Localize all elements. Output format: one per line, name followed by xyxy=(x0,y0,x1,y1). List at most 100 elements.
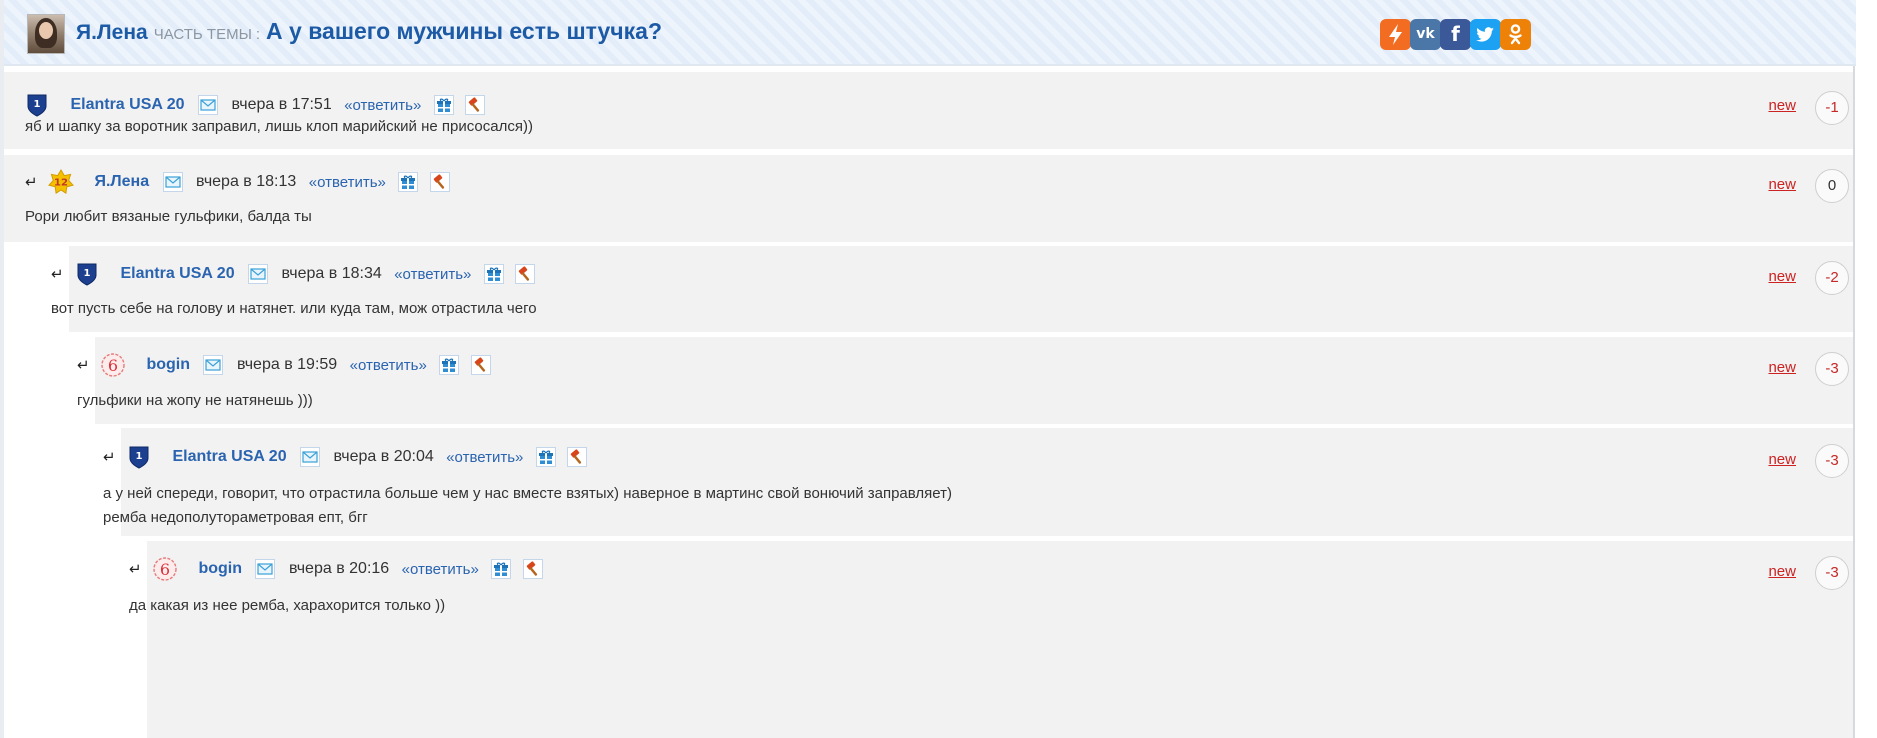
comment-text: а у ней спереди, говорит, что отрастила … xyxy=(103,482,952,530)
comment-author-link[interactable]: Я.Лена xyxy=(94,173,149,191)
comment: ↵ 6 bogin вчера в 20:16 «ответить» да ка… xyxy=(129,541,1853,738)
gift-icon[interactable] xyxy=(491,559,512,579)
svg-text:12: 12 xyxy=(54,178,68,189)
reply-arrow-icon: ↵ xyxy=(77,356,90,374)
rank-badge-icon: 6 xyxy=(152,556,178,582)
comment-text-line: гульфики на жопу не натянешь ))) xyxy=(77,392,313,409)
comment-header: ↵ 12 Я.Лена вчера в 18:13 «ответить» xyxy=(25,169,457,199)
comment-header: ↵ 6 bogin вчера в 20:16 «ответить» xyxy=(129,556,550,586)
comment: ↵ 6 bogin вчера в 19:59 «ответить» гульф… xyxy=(77,337,1853,424)
comment-time: вчера в 19:59 xyxy=(236,356,338,373)
vk-icon[interactable]: vk xyxy=(1410,19,1441,50)
comment-text-line: Рори любит вязаные гульфики, балда ты xyxy=(25,208,312,225)
comment-score[interactable]: -3 xyxy=(1815,444,1849,478)
reply-arrow-icon: ↵ xyxy=(103,448,116,466)
svg-text:1: 1 xyxy=(34,99,41,110)
comment-author-link[interactable]: bogin xyxy=(146,356,190,374)
comment-author-link[interactable]: Elantra USA 20 xyxy=(120,265,234,283)
rank-badge-icon: 1 xyxy=(126,444,152,470)
reply-link[interactable]: «ответить» xyxy=(446,449,523,466)
comment-text-line: яб и шапку за воротник заправил, лишь кл… xyxy=(25,118,533,135)
message-icon[interactable] xyxy=(248,264,269,284)
reply-arrow-icon: ↵ xyxy=(25,173,38,191)
comment-score[interactable]: -1 xyxy=(1815,91,1849,125)
comment-author-link[interactable]: Elantra USA 20 xyxy=(172,448,286,466)
rank-badge-icon: 12 xyxy=(48,169,74,195)
title-separator: : xyxy=(255,26,261,43)
message-icon[interactable] xyxy=(300,447,321,467)
rank-badge-icon: 1 xyxy=(74,261,100,287)
comment-text: да какая из нее ремба, харахорится тольк… xyxy=(129,594,445,618)
gift-icon[interactable] xyxy=(535,447,556,467)
comment-time: вчера в 18:34 xyxy=(281,265,382,282)
comment-score[interactable]: -2 xyxy=(1815,261,1849,295)
comment-text: Рори любит вязаные гульфики, балда ты xyxy=(25,205,312,229)
comment: 1 Elantra USA 20 вчера в 17:51 «ответить… xyxy=(4,72,1853,149)
comment: ↵ 12 Я.Лена вчера в 18:13 «ответить» Рор… xyxy=(4,155,1853,242)
gift-icon[interactable] xyxy=(398,172,419,192)
svg-text:6: 6 xyxy=(160,560,170,579)
odnoklassniki-icon[interactable] xyxy=(1500,19,1531,50)
comment-score[interactable]: -3 xyxy=(1815,352,1849,386)
comment-time: вчера в 20:04 xyxy=(333,448,434,465)
hammer-icon[interactable] xyxy=(515,264,536,284)
topic-title-line: Я.Лена часть темы: А у вашего мужчины есть… xyxy=(76,18,662,45)
part-of-topic-label: часть темы xyxy=(153,26,252,43)
comment-time: вчера в 18:13 xyxy=(196,173,297,190)
comment-header: ↵ 1 Elantra USA 20 вчера в 20:04 «ответи… xyxy=(103,444,594,474)
svg-text:1: 1 xyxy=(84,268,91,279)
reply-arrow-icon: ↵ xyxy=(51,265,64,283)
new-marker-link[interactable]: new xyxy=(1768,359,1796,376)
reply-link[interactable]: «ответить» xyxy=(402,561,479,578)
rank-badge-icon: 6 xyxy=(100,352,126,378)
reply-arrow-icon: ↵ xyxy=(129,560,142,578)
author-avatar[interactable] xyxy=(27,14,65,54)
svg-text:1: 1 xyxy=(136,451,143,462)
new-marker-link[interactable]: new xyxy=(1768,176,1796,193)
comment-time: вчера в 20:16 xyxy=(288,560,390,577)
comment-score[interactable]: 0 xyxy=(1815,169,1849,203)
gift-icon[interactable] xyxy=(439,355,460,375)
comment: ↵ 1 Elantra USA 20 вчера в 18:34 «ответи… xyxy=(51,246,1853,332)
comment-author-link[interactable]: Elantra USA 20 xyxy=(70,96,184,114)
lightning-icon[interactable] xyxy=(1380,19,1411,50)
hammer-icon[interactable] xyxy=(429,172,450,192)
new-marker-link[interactable]: new xyxy=(1768,268,1796,285)
facebook-icon[interactable]: f xyxy=(1440,19,1471,50)
page-scroll-edge xyxy=(1853,0,1855,738)
gift-icon[interactable] xyxy=(483,264,504,284)
new-marker-link[interactable]: new xyxy=(1768,97,1796,114)
comment-text: вот пусть себе на голову и натянет. или … xyxy=(51,297,537,321)
comment: ↵ 1 Elantra USA 20 вчера в 20:04 «ответи… xyxy=(103,428,1853,536)
reply-link[interactable]: «ответить» xyxy=(309,174,386,191)
reply-link[interactable]: «ответить» xyxy=(350,357,427,374)
comment-text: яб и шапку за воротник заправил, лишь кл… xyxy=(25,115,533,139)
gift-icon[interactable] xyxy=(433,95,454,115)
hammer-icon[interactable] xyxy=(465,95,486,115)
message-icon[interactable] xyxy=(203,355,224,375)
comment-text: гульфики на жопу не натянешь ))) xyxy=(77,389,313,413)
topic-header: Я.Лена часть темы: А у вашего мужчины есть… xyxy=(4,0,1856,66)
new-marker-link[interactable]: new xyxy=(1768,563,1796,580)
comment-author-link[interactable]: bogin xyxy=(198,560,242,578)
topic-title[interactable]: А у вашего мужчины есть штучка? xyxy=(266,18,662,44)
comment-header: ↵ 1 Elantra USA 20 вчера в 18:34 «ответи… xyxy=(51,261,542,291)
topic-author-link[interactable]: Я.Лена xyxy=(76,21,148,44)
comment-header: ↵ 6 bogin вчера в 19:59 «ответить» xyxy=(77,352,498,382)
hammer-icon[interactable] xyxy=(522,559,543,579)
twitter-icon[interactable] xyxy=(1470,19,1501,50)
comment-score[interactable]: -3 xyxy=(1815,556,1849,590)
comment-text-line: а у ней спереди, говорит, что отрастила … xyxy=(103,485,952,502)
hammer-icon[interactable] xyxy=(567,447,588,467)
message-icon[interactable] xyxy=(255,559,276,579)
comment-time: вчера в 17:51 xyxy=(231,96,332,113)
reply-link[interactable]: «ответить» xyxy=(344,97,421,114)
reply-link[interactable]: «ответить» xyxy=(394,266,471,283)
message-icon[interactable] xyxy=(162,172,183,192)
comment-text-line: да какая из нее ремба, харахорится тольк… xyxy=(129,597,446,614)
comment-text-line: ремба недополутораметровая епт, бгг xyxy=(103,509,368,526)
hammer-icon[interactable] xyxy=(470,355,491,375)
svg-text:6: 6 xyxy=(108,356,118,375)
message-icon[interactable] xyxy=(198,95,219,115)
new-marker-link[interactable]: new xyxy=(1768,451,1796,468)
